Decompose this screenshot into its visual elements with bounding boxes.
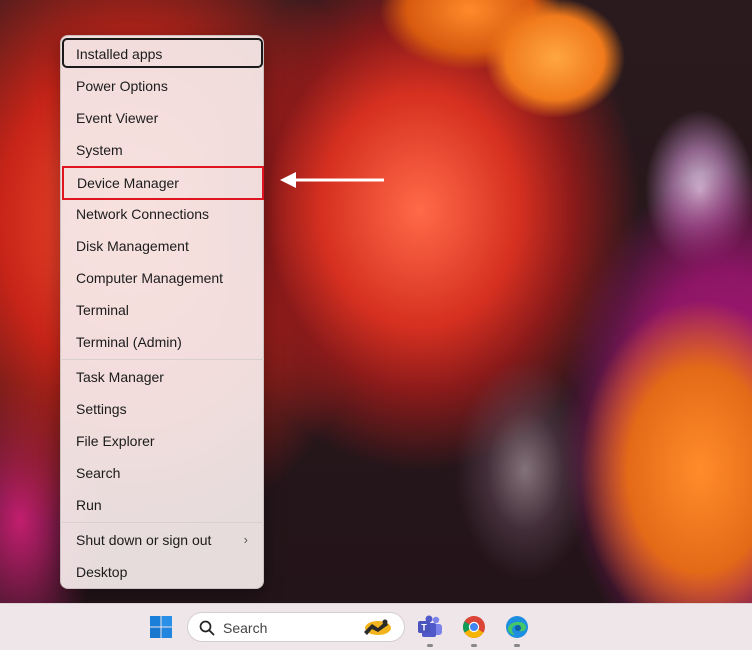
chrome-icon[interactable] [462, 615, 486, 639]
windows-start-icon[interactable] [149, 615, 173, 639]
menu-separator [62, 522, 264, 523]
menu-item-label: Installed apps [76, 46, 163, 62]
winx-context-menu: Installed apps Power Options Event Viewe… [60, 35, 264, 589]
running-indicator [471, 644, 477, 647]
edge-icon[interactable] [505, 615, 529, 639]
menu-item-file-explorer[interactable]: File Explorer [62, 425, 264, 457]
menu-item-label: Search [76, 465, 121, 481]
taskbar-search-box[interactable]: Search [187, 612, 405, 642]
menu-item-desktop[interactable]: Desktop [62, 556, 264, 588]
menu-item-task-manager[interactable]: Task Manager [62, 361, 264, 393]
menu-item-label: Device Manager [77, 175, 179, 191]
menu-item-label: System [76, 142, 123, 158]
menu-item-disk-management[interactable]: Disk Management [62, 230, 264, 262]
menu-item-label: Terminal [76, 302, 129, 318]
menu-item-label: Run [76, 497, 102, 513]
chevron-right-icon: › [243, 532, 248, 547]
search-icon [199, 620, 215, 636]
menu-item-settings[interactable]: Settings [62, 393, 264, 425]
menu-item-label: File Explorer [76, 433, 155, 449]
menu-item-label: Network Connections [76, 206, 210, 222]
taskbar: Search T [0, 603, 752, 650]
menu-item-label: Shut down or sign out [76, 532, 212, 548]
menu-item-label: Desktop [76, 564, 128, 580]
menu-item-network-connections[interactable]: Network Connections [62, 198, 264, 230]
menu-item-terminal[interactable]: Terminal [62, 294, 264, 326]
running-indicator [427, 644, 433, 647]
menu-item-label: Settings [76, 401, 127, 417]
pointer-arrow-icon [280, 172, 384, 188]
menu-item-installed-apps[interactable]: Installed apps [62, 38, 263, 68]
menu-item-label: Event Viewer [76, 110, 159, 126]
svg-text:T: T [421, 623, 427, 633]
menu-item-label: Power Options [76, 78, 168, 94]
menu-item-device-manager[interactable]: Device Manager [62, 166, 264, 200]
menu-item-label: Disk Management [76, 238, 189, 254]
menu-item-event-viewer[interactable]: Event Viewer [62, 102, 264, 134]
menu-item-power-options[interactable]: Power Options [62, 70, 264, 102]
menu-item-search[interactable]: Search [62, 457, 264, 489]
menu-item-label: Computer Management [76, 270, 224, 286]
search-highlight-icon [364, 619, 391, 635]
menu-item-system[interactable]: System [62, 134, 264, 166]
menu-item-shut-down[interactable]: Shut down or sign out › [62, 524, 264, 556]
menu-item-computer-management[interactable]: Computer Management [62, 262, 264, 294]
search-placeholder: Search [223, 620, 268, 636]
menu-item-run[interactable]: Run [62, 489, 264, 521]
menu-item-terminal-admin[interactable]: Terminal (Admin) [62, 326, 264, 358]
menu-separator [62, 359, 264, 360]
menu-item-label: Terminal (Admin) [76, 334, 182, 350]
running-indicator [514, 644, 520, 647]
menu-item-label: Task Manager [76, 369, 164, 385]
teams-icon[interactable]: T [417, 615, 443, 639]
